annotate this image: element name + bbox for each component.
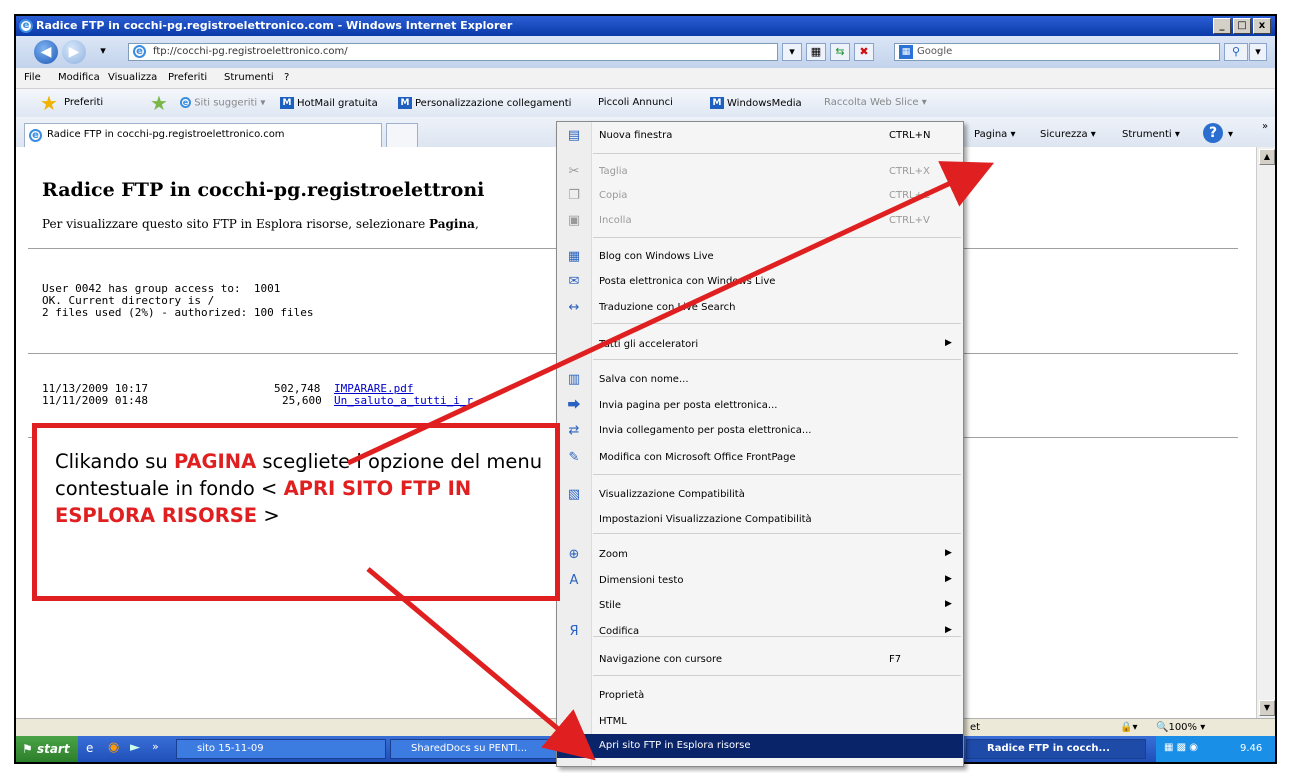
arrow-to-pagina [346,161,995,466]
annotation-arrows [346,161,995,761]
arrow-to-apri-ftp [366,567,596,761]
